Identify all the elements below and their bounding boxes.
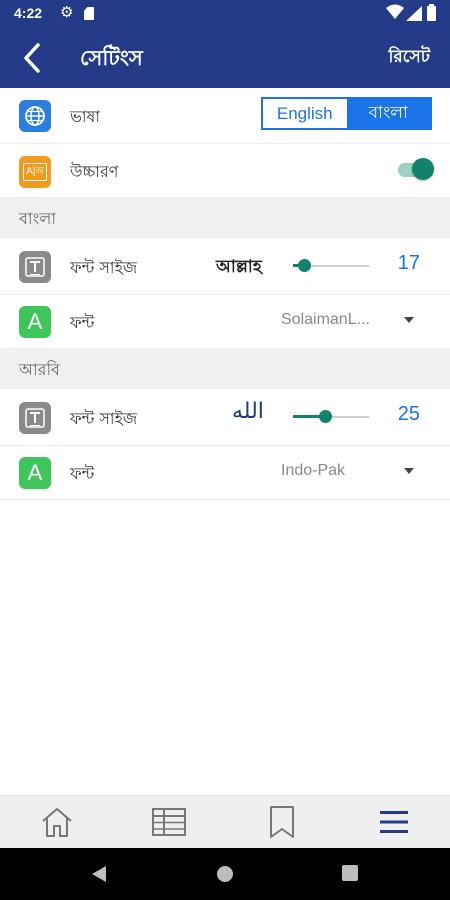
section-title-bangla: বাংলা <box>19 209 56 228</box>
toggle-thumb <box>412 158 434 180</box>
text-size-icon <box>19 251 51 283</box>
chevron-down-icon <box>404 317 414 323</box>
pronunciation-icon: A|অ <box>19 156 51 188</box>
arabic-font-selected: Indo-Pak <box>281 462 346 479</box>
bangla-font-size-slider[interactable] <box>293 259 369 272</box>
section-header-bangla: বাংলা <box>0 198 450 238</box>
signal-icon <box>406 6 422 21</box>
bangla-font-row: A ফন্ট SolaimanL... <box>0 295 450 349</box>
nav-table[interactable] <box>149 804 189 840</box>
arabic-font-row: A ফন্ট Indo-Pak <box>0 446 450 500</box>
bangla-font-preview: আল্লাহ <box>216 257 262 277</box>
arabic-font-size-value: 25 <box>397 403 420 425</box>
page-title: সেটিংস <box>80 46 143 70</box>
bookmark-icon <box>270 806 294 838</box>
arabic-font-label: ফন্ট <box>70 464 95 483</box>
table-icon <box>152 808 186 836</box>
language-toggle[interactable]: English বাংলা <box>261 97 432 130</box>
arabic-font-preview: الله <box>232 399 264 424</box>
language-option-bangla[interactable]: বাংলা <box>346 99 430 128</box>
chevron-left-icon <box>24 43 40 73</box>
arabic-font-size-slider[interactable] <box>293 410 369 423</box>
bangla-font-selected: SolaimanL... <box>281 311 370 328</box>
language-row: ভাষা English বাংলা <box>0 88 450 144</box>
system-nav-bar <box>0 848 450 900</box>
font-icon: A <box>19 457 51 489</box>
battery-icon <box>427 4 436 21</box>
arabic-font-dropdown[interactable]: Indo-Pak <box>281 460 421 486</box>
slider-knob[interactable] <box>297 259 311 272</box>
nav-bookmark[interactable] <box>262 804 302 840</box>
section-header-arabic: আরবি <box>0 349 450 389</box>
menu-icon <box>380 811 408 833</box>
bottom-nav <box>0 795 450 848</box>
bangla-font-size-value: 17 <box>397 252 420 274</box>
back-button[interactable] <box>14 40 54 76</box>
font-icon: A <box>19 306 51 338</box>
language-option-english[interactable]: English <box>263 99 347 128</box>
reset-button[interactable]: রিসেট <box>388 44 430 72</box>
nav-home[interactable] <box>37 804 77 840</box>
bangla-font-label: ফন্ট <box>70 313 95 332</box>
slider-knob[interactable] <box>318 410 332 423</box>
text-size-icon <box>19 402 51 434</box>
home-icon <box>42 808 72 837</box>
pronunciation-row: A|অ উচ্চারণ <box>0 144 450 198</box>
pronunciation-icon-glyph: A|অ <box>23 163 47 181</box>
bangla-font-dropdown[interactable]: SolaimanL... <box>281 309 421 335</box>
status-bar: 4:22 ⚙ <box>0 0 450 28</box>
back-triangle-icon[interactable] <box>90 865 108 883</box>
arabic-font-size-label: ফন্ট সাইজ <box>70 409 138 428</box>
home-circle-icon[interactable] <box>216 865 234 883</box>
top-bar: 4:22 ⚙ সেটিংস রিসেট <box>0 0 450 88</box>
globe-icon <box>19 100 51 132</box>
arabic-font-size-row: ফন্ট সাইজ الله 25 <box>0 389 450 446</box>
gear-icon: ⚙ <box>60 3 74 21</box>
status-time: 4:22 <box>14 5 43 21</box>
app-bar: সেটিংস রিসেট <box>0 28 450 88</box>
bangla-font-size-row: ফন্ট সাইজ আল্লাহ 17 <box>0 238 450 295</box>
section-title-arabic: আরবি <box>19 360 60 379</box>
nav-menu[interactable] <box>374 804 414 840</box>
chevron-down-icon <box>404 468 414 474</box>
recents-square-icon[interactable] <box>342 865 358 881</box>
wifi-icon <box>386 4 404 19</box>
pronunciation-toggle[interactable] <box>398 157 434 183</box>
pronunciation-label: উচ্চারণ <box>70 162 119 181</box>
bangla-font-size-label: ফন্ট সাইজ <box>70 258 138 277</box>
sd-card-icon <box>84 7 94 20</box>
language-label: ভাষা <box>70 107 101 126</box>
